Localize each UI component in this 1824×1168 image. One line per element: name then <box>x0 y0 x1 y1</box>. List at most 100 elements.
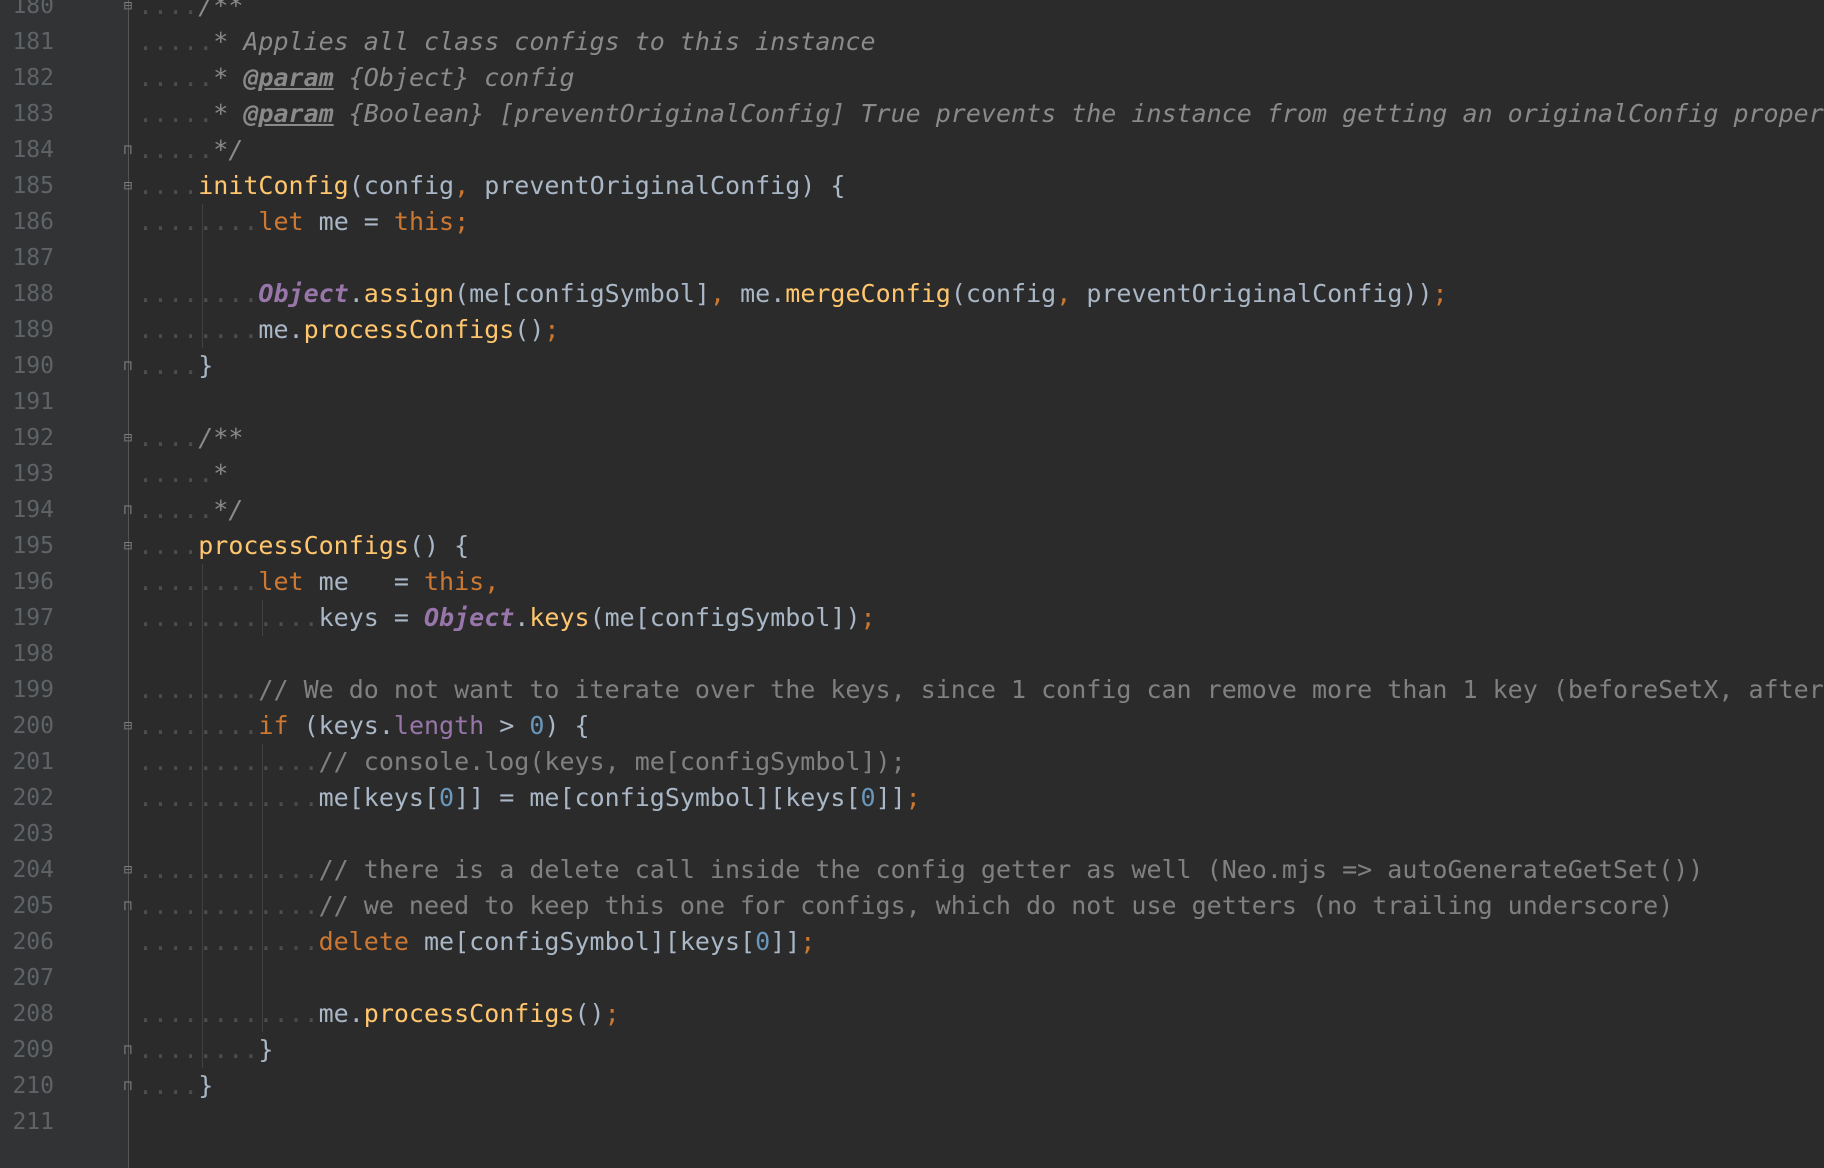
whitespace-marker: ........ <box>138 675 259 704</box>
code-token: */ <box>213 495 244 524</box>
code-line[interactable]: 208 ............me.processConfigs(); <box>0 996 1824 1032</box>
code-editor[interactable]: 180 ⊟ ..../** 181 .....* Applies all class c… <box>0 0 1824 1168</box>
whitespace-marker: .... <box>138 171 199 200</box>
line-number: 195 <box>12 533 54 559</box>
line-number: 192 <box>12 425 54 451</box>
code-token: (me[configSymbol]) <box>589 603 861 632</box>
fold-start-icon[interactable]: ⊟ <box>121 539 135 553</box>
code-line[interactable]: 204 ⊟ ............// there is a delete cal… <box>0 852 1824 888</box>
whitespace-marker: ..... <box>138 459 214 488</box>
fold-end-icon[interactable]: ⊓ <box>121 359 135 373</box>
code-line[interactable]: 195 ⊟ ....processConfigs() { <box>0 528 1824 564</box>
fold-end-icon[interactable]: ⊓ <box>121 143 135 157</box>
line-number: 182 <box>12 65 54 91</box>
code-line[interactable]: 189 ........me.processConfigs(); <box>0 312 1824 348</box>
whitespace-marker: ........ <box>138 711 259 740</box>
code-line[interactable]: 186 ........let me = this; <box>0 204 1824 240</box>
code-token: (config <box>348 171 455 200</box>
line-number: 193 <box>12 461 54 487</box>
code-line[interactable]: 193 .....* <box>0 456 1824 492</box>
line-number: 183 <box>12 101 54 127</box>
code-line[interactable]: 183 .....* @param {Boolean} [preventOrigi… <box>0 96 1824 132</box>
whitespace-marker: ..... <box>138 495 214 524</box>
fold-start-icon[interactable]: ⊟ <box>121 0 135 13</box>
code-token: ]] <box>875 783 906 812</box>
code-token: keys = <box>318 603 424 632</box>
code-text: .....* <box>138 456 228 492</box>
fold-start-icon[interactable]: ⊟ <box>121 179 135 193</box>
code-text: .....* @param {Boolean} [preventOriginal… <box>138 96 1824 132</box>
whitespace-marker: ..... <box>138 135 214 164</box>
fold-end-icon[interactable]: ⊓ <box>121 899 135 913</box>
code-token: */ <box>213 135 244 164</box>
code-line[interactable]: 191 <box>0 384 1824 420</box>
code-token: me = <box>318 567 424 596</box>
code-token: . <box>514 603 530 632</box>
code-line[interactable]: 200 ⊟ ........if (keys.length > 0) { <box>0 708 1824 744</box>
code-line[interactable]: 205 ⊓ ............// we need to keep this … <box>0 888 1824 924</box>
whitespace-marker: ............ <box>138 891 319 920</box>
code-line[interactable]: 198 <box>0 636 1824 672</box>
fold-end-icon[interactable]: ⊓ <box>121 1079 135 1093</box>
whitespace-marker: ............ <box>138 999 319 1028</box>
line-number: 196 <box>12 569 54 595</box>
code-line[interactable]: 196 ........let me = this, <box>0 564 1824 600</box>
whitespace-marker: ..... <box>138 63 214 92</box>
code-line[interactable]: 211 <box>0 1104 1824 1140</box>
code-text: ....} <box>138 348 213 384</box>
code-line[interactable]: 185 ⊟ ....initConfig(config, preventOrigin… <box>0 168 1824 204</box>
code-line[interactable]: 180 ⊟ ..../** <box>0 0 1824 24</box>
code-line[interactable]: 187 <box>0 240 1824 276</box>
line-number: 189 <box>12 317 54 343</box>
code-line[interactable]: 201 ............// console.log(keys, me[c… <box>0 744 1824 780</box>
code-token: , <box>709 279 726 308</box>
fold-end-icon[interactable]: ⊓ <box>121 503 135 517</box>
code-line[interactable]: 199 ........// We do not want to iterate … <box>0 672 1824 708</box>
code-token: // We do not want to iterate over the ke… <box>258 675 1824 704</box>
line-number: 185 <box>12 173 54 199</box>
code-line[interactable]: 192 ⊟ ..../** <box>0 420 1824 456</box>
whitespace-marker: ..... <box>138 27 214 56</box>
code-line[interactable]: 188 ........Object.assign(me[configSymbol… <box>0 276 1824 312</box>
code-line[interactable]: 197 ............keys = Object.keys(me[con… <box>0 600 1824 636</box>
code-text: ....initConfig(config, preventOriginalCo… <box>138 168 845 204</box>
code-text: ........// We do not want to iterate ove… <box>138 672 1824 708</box>
line-number: 186 <box>12 209 54 235</box>
code-line[interactable]: 184 ⊓ .....*/ <box>0 132 1824 168</box>
code-line[interactable]: 194 ⊓ .....*/ <box>0 492 1824 528</box>
code-token: ; <box>544 315 560 344</box>
code-line[interactable]: 210 ⊓....} <box>0 1068 1824 1104</box>
code-token: processConfigs <box>363 999 575 1028</box>
line-number: 204 <box>12 857 54 883</box>
code-token: Object <box>423 603 515 632</box>
code-line[interactable]: 181 .....* Applies all class configs to t… <box>0 24 1824 60</box>
code-token: // we need to keep this one for configs,… <box>318 891 1674 920</box>
line-number: 190 <box>12 353 54 379</box>
code-token: me = <box>318 207 394 236</box>
whitespace-marker: .... <box>138 423 199 452</box>
code-text: ..../** <box>138 0 243 24</box>
code-token: if <box>258 711 304 740</box>
whitespace-marker: ........ <box>138 567 259 596</box>
code-token: (keys. <box>303 711 394 740</box>
code-token: 0 <box>860 783 876 812</box>
fold-start-icon[interactable]: ⊟ <box>121 719 135 733</box>
code-line[interactable]: 207 <box>0 960 1824 996</box>
code-line[interactable]: 206 ............delete me[configSymbol][k… <box>0 924 1824 960</box>
code-line[interactable]: 182 .....* @param {Object} config <box>0 60 1824 96</box>
code-line[interactable]: 190 ⊓....} <box>0 348 1824 384</box>
code-token: me. <box>318 999 364 1028</box>
indent-guide <box>262 600 264 636</box>
fold-end-icon[interactable]: ⊓ <box>121 1043 135 1057</box>
code-token: ; <box>604 999 620 1028</box>
fold-start-icon[interactable]: ⊟ <box>121 431 135 445</box>
whitespace-marker: ..... <box>138 99 214 128</box>
code-text: ........Object.assign(me[configSymbol], … <box>138 276 1448 312</box>
fold-start-icon[interactable]: ⊟ <box>121 863 135 877</box>
code-text: ............// there is a delete call in… <box>138 852 1703 888</box>
code-line[interactable]: 203 <box>0 816 1824 852</box>
code-line[interactable]: 209 ⊓........} <box>0 1032 1824 1068</box>
code-token: let <box>258 207 319 236</box>
code-token: () <box>514 315 545 344</box>
code-line[interactable]: 202 ............me[keys[0]] = me[configSy… <box>0 780 1824 816</box>
